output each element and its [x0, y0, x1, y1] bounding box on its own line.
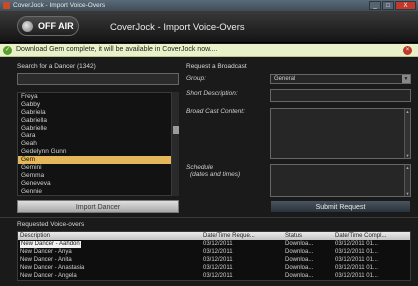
group-label: Group:: [186, 75, 206, 82]
search-dancer-label: Search for a Dancer (1342): [17, 63, 96, 70]
column-header-date-completed[interactable]: Date/Time Compl...: [335, 232, 386, 240]
table-row[interactable]: New Dancer - Anastasia 03/12/2011 Downloa.…: [18, 265, 410, 272]
list-item[interactable]: Gabriela: [18, 109, 178, 117]
voiceovers-table: Description Date/Time Reque... Status Da…: [17, 231, 411, 281]
table-cell: 03/12/2011: [203, 249, 233, 255]
dancer-list[interactable]: Freya Gabby Gabriela Gabriella Gabrielle Gara…: [17, 92, 179, 196]
list-item[interactable]: Gara: [18, 132, 178, 140]
on-air-indicator-icon: [22, 21, 33, 32]
list-item[interactable]: Gemma: [18, 172, 178, 180]
table-cell: Downloa...: [285, 249, 314, 255]
list-item[interactable]: Gem: [18, 156, 178, 165]
table-cell: 03/12/2011: [203, 265, 233, 271]
broadcast-content-textarea[interactable]: ▲ ▼: [270, 108, 411, 159]
table-cell: New Dancer - Anita: [20, 257, 72, 263]
scroll-up-icon[interactable]: ▲: [405, 109, 410, 114]
requested-voiceovers-label: Requested Voice-overs: [17, 221, 85, 228]
notification-bar: ✓ Download Gem complete, it will be avai…: [0, 44, 418, 57]
table-cell: Downloa...: [285, 273, 314, 279]
off-air-label: OFF AIR: [38, 21, 74, 31]
short-description-input[interactable]: [270, 89, 411, 102]
column-header-status[interactable]: Status: [285, 232, 302, 240]
table-row[interactable]: New Dancer - Anya 03/12/2011 Downloa... 03/…: [18, 249, 410, 256]
table-cell: 03/12/2011: [203, 257, 233, 263]
scrollbar-thumb[interactable]: [173, 126, 179, 134]
dismiss-notification-icon[interactable]: ×: [403, 46, 412, 55]
app-title: CoverJock - Import Voice-Overs: [110, 22, 245, 33]
close-button[interactable]: X: [395, 1, 416, 10]
scroll-up-icon[interactable]: ▲: [405, 165, 410, 170]
table-cell: New Dancer - Anya: [20, 249, 72, 255]
section-divider: [0, 217, 418, 218]
chevron-down-icon[interactable]: ▼: [402, 75, 410, 83]
list-item[interactable]: Geneveva: [18, 180, 178, 188]
table-cell: 03/12/2011 01...: [335, 257, 378, 263]
app-icon: [3, 2, 10, 9]
table-cell: 03/12/2011 01...: [335, 273, 378, 279]
table-cell: 03/12/2011 01...: [335, 265, 378, 271]
submit-request-button[interactable]: Submit Request: [270, 200, 411, 213]
list-item[interactable]: Gedelynn Gunn: [18, 148, 178, 156]
list-item[interactable]: Gabrielle: [18, 125, 178, 133]
list-item[interactable]: Gabriella: [18, 117, 178, 125]
group-select[interactable]: General ▼: [270, 74, 411, 84]
table-cell: New Dancer - Angela: [20, 273, 77, 279]
table-row[interactable]: New Dancer - Anita 03/12/2011 Downloa... 03…: [18, 257, 410, 264]
table-cell: Downloa...: [285, 241, 314, 247]
table-cell: 03/12/2011: [203, 273, 233, 279]
table-row[interactable]: New Dancer - Aahdon 03/12/2011 Downloa... 0…: [18, 241, 410, 248]
window-title: CoverJock - Import Voice-Overs: [13, 2, 106, 9]
minimize-button[interactable]: _: [369, 1, 381, 10]
list-item[interactable]: Gemini: [18, 164, 178, 172]
group-select-value: General: [274, 76, 296, 82]
column-header-date-requested[interactable]: Date/Time Reque...: [203, 232, 255, 240]
dancer-search-input[interactable]: [17, 73, 179, 85]
broadcast-content-label: Broad Cast Content:: [186, 108, 245, 115]
table-cell: New Dancer - Anastasia: [20, 265, 85, 271]
list-item[interactable]: Geah: [18, 140, 178, 148]
table-cell: 03/12/2011 01...: [335, 249, 378, 255]
table-header: Description Date/Time Reque... Status Da…: [18, 232, 410, 240]
table-cell: Downloa...: [285, 257, 314, 263]
broadcast-content-scrollbar[interactable]: ▲ ▼: [404, 109, 410, 158]
request-broadcast-label: Request a Broadcast: [186, 63, 247, 70]
table-cell: New Dancer - Aahdon: [20, 241, 81, 248]
scroll-down-icon[interactable]: ▼: [405, 153, 410, 158]
maximize-button[interactable]: □: [382, 1, 394, 10]
schedule-sublabel: (dates and times): [190, 171, 241, 178]
schedule-label: Schedule: [186, 164, 214, 171]
import-dancer-button[interactable]: Import Dancer: [17, 200, 179, 213]
short-description-label: Short Description:: [186, 90, 238, 97]
schedule-textarea[interactable]: ▲ ▼: [270, 164, 411, 197]
app-header: OFF AIR CoverJock - Import Voice-Overs: [0, 11, 418, 43]
table-cell: Downloa...: [285, 265, 314, 271]
table-row[interactable]: New Dancer - Angela 03/12/2011 Downloa... 0…: [18, 273, 410, 280]
window-titlebar: CoverJock - Import Voice-Overs _ □ X: [0, 0, 418, 11]
scroll-down-icon[interactable]: ▼: [405, 191, 410, 196]
check-icon: ✓: [3, 46, 12, 55]
notification-message: Download Gem complete, it will be availa…: [16, 46, 218, 53]
off-air-button[interactable]: OFF AIR: [17, 16, 79, 36]
table-cell: 03/12/2011 01...: [335, 241, 378, 247]
list-item[interactable]: Gabby: [18, 101, 178, 109]
table-cell: 03/12/2011: [203, 241, 233, 247]
dancer-list-scrollbar[interactable]: [171, 92, 179, 196]
list-item[interactable]: Freya: [18, 93, 178, 101]
schedule-scrollbar[interactable]: ▲ ▼: [404, 165, 410, 196]
list-item[interactable]: Gennie: [18, 188, 178, 195]
column-header-description[interactable]: Description: [20, 232, 50, 240]
